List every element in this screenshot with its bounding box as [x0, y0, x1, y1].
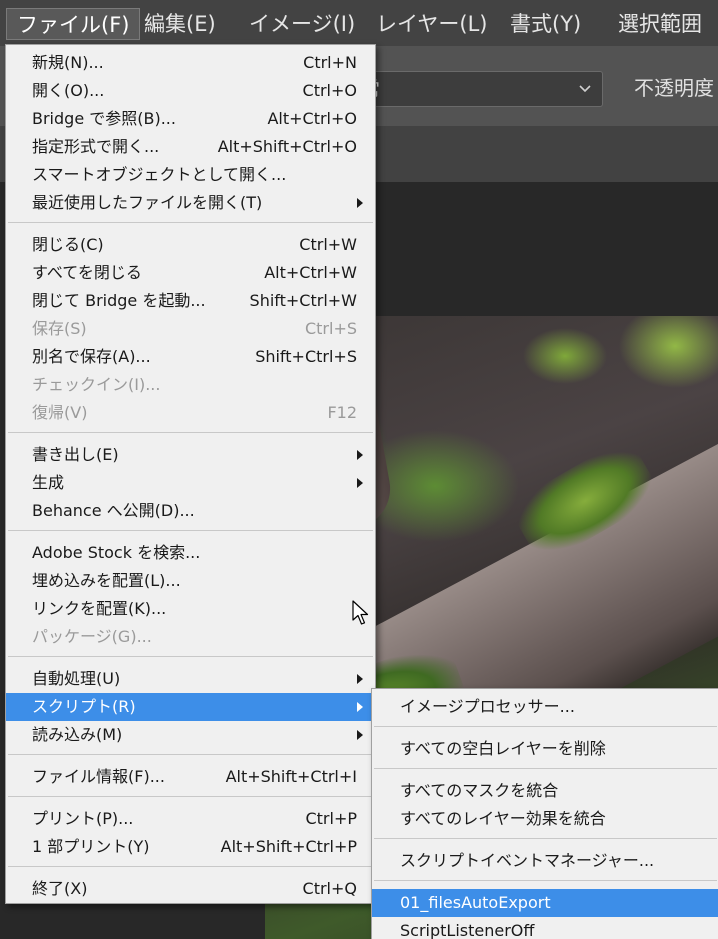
submenu-arrow-icon: [357, 478, 363, 488]
scripts-submenu: イメージプロセッサー... すべての空白レイヤーを削除 すべてのマスクを統合 す…: [371, 688, 718, 939]
menu-separator: [8, 222, 373, 223]
menu-item-share-behance[interactable]: Behance へ公開(D)...: [6, 497, 375, 525]
menu-item-new[interactable]: 新規(N)... Ctrl+N: [6, 49, 375, 77]
menu-separator: [8, 530, 373, 531]
file-menu: 新規(N)... Ctrl+N 開く(O)... Ctrl+O Bridge で参照…: [5, 44, 376, 904]
menu-item-open[interactable]: 開く(O)... Ctrl+O: [6, 77, 375, 105]
menu-item-print[interactable]: プリント(P)... Ctrl+P: [6, 805, 375, 833]
menu-separator: [374, 880, 717, 881]
menu-separator: [8, 754, 373, 755]
submenu-arrow-icon: [357, 450, 363, 460]
menu-item-save: 保存(S) Ctrl+S: [32, 319, 357, 338]
menu-item-generate[interactable]: 生成: [6, 469, 375, 497]
menu-item-open-smart-object[interactable]: スマートオブジェクトとして開く...: [6, 161, 375, 189]
menu-item-search-adobe-stock[interactable]: Adobe Stock を検索...: [6, 539, 375, 567]
script-item-flatten-layer-effects[interactable]: すべてのレイヤー効果を統合: [372, 805, 718, 833]
menu-item-scripts[interactable]: スクリプト(R): [6, 693, 375, 721]
menu-item-import[interactable]: 読み込み(M): [6, 721, 375, 749]
submenu-arrow-icon: [357, 674, 363, 684]
menu-item-open-as[interactable]: 指定形式で開く... Alt+Shift+Ctrl+O: [6, 133, 375, 161]
menu-item-print-one-copy[interactable]: 1 部プリント(Y) Alt+Shift+Ctrl+P: [6, 833, 375, 861]
menu-type[interactable]: 書式(Y): [500, 8, 591, 40]
menu-file[interactable]: ファイル(F): [6, 8, 141, 40]
menu-item-close[interactable]: 閉じる(C) Ctrl+W: [6, 231, 375, 259]
opacity-label: 不透明度: [634, 76, 714, 100]
script-item-flatten-masks[interactable]: すべてのマスクを統合: [372, 777, 718, 805]
blend-mode-select[interactable]: 常: [345, 71, 603, 107]
menu-separator: [8, 656, 373, 657]
submenu-arrow-icon: [357, 730, 363, 740]
menu-item-browse-bridge[interactable]: Bridge で参照(B)... Alt+Ctrl+O: [6, 105, 375, 133]
menu-separator: [374, 768, 717, 769]
menu-item-save-as[interactable]: 別名で保存(A)... Shift+Ctrl+S: [6, 343, 375, 371]
menu-separator: [374, 838, 717, 839]
script-item-event-manager[interactable]: スクリプトイベントマネージャー...: [372, 847, 718, 875]
script-item-files-auto-export[interactable]: 01_filesAutoExport: [372, 889, 718, 917]
mouse-cursor-icon: [352, 600, 369, 625]
menu-item-package: パッケージ(G)...: [32, 627, 152, 646]
menu-separator: [8, 432, 373, 433]
script-item-delete-empty-layers[interactable]: すべての空白レイヤーを削除: [372, 735, 718, 763]
menu-separator: [8, 796, 373, 797]
menu-item-place-linked[interactable]: リンクを配置(K)...: [6, 595, 375, 623]
menu-separator: [374, 726, 717, 727]
submenu-arrow-icon: [357, 702, 363, 712]
menu-image[interactable]: イメージ(I): [239, 8, 365, 40]
menu-item-exit[interactable]: 終了(X) Ctrl+Q: [6, 875, 375, 903]
script-item-script-listener-off[interactable]: ScriptListenerOff: [372, 917, 718, 939]
menu-item-place-embedded[interactable]: 埋め込みを配置(L)...: [6, 567, 375, 595]
menubar: ファイル(F) 編集(E) イメージ(I) レイヤー(L) 書式(Y) 選択範囲: [0, 0, 718, 46]
chevron-down-icon: [579, 85, 591, 93]
script-item-image-processor[interactable]: イメージプロセッサー...: [372, 693, 718, 721]
menu-item-export[interactable]: 書き出し(E): [6, 441, 375, 469]
menu-select[interactable]: 選択範囲: [608, 8, 712, 40]
menu-item-close-all[interactable]: すべてを閉じる Alt+Ctrl+W: [6, 259, 375, 287]
menu-item-open-recent[interactable]: 最近使用したファイルを開く(T): [6, 189, 375, 217]
menu-item-automate[interactable]: 自動処理(U): [6, 665, 375, 693]
menu-edit[interactable]: 編集(E): [134, 8, 226, 40]
menu-item-check-in: チェックイン(I)...: [32, 375, 161, 394]
menu-separator: [8, 866, 373, 867]
submenu-arrow-icon: [357, 198, 363, 208]
menu-layer[interactable]: レイヤー(L): [366, 8, 497, 40]
menu-item-close-go-bridge[interactable]: 閉じて Bridge を起動... Shift+Ctrl+W: [6, 287, 375, 315]
menu-item-revert: 復帰(V) F12: [32, 403, 357, 422]
menu-item-file-info[interactable]: ファイル情報(F)... Alt+Shift+Ctrl+I: [6, 763, 375, 791]
